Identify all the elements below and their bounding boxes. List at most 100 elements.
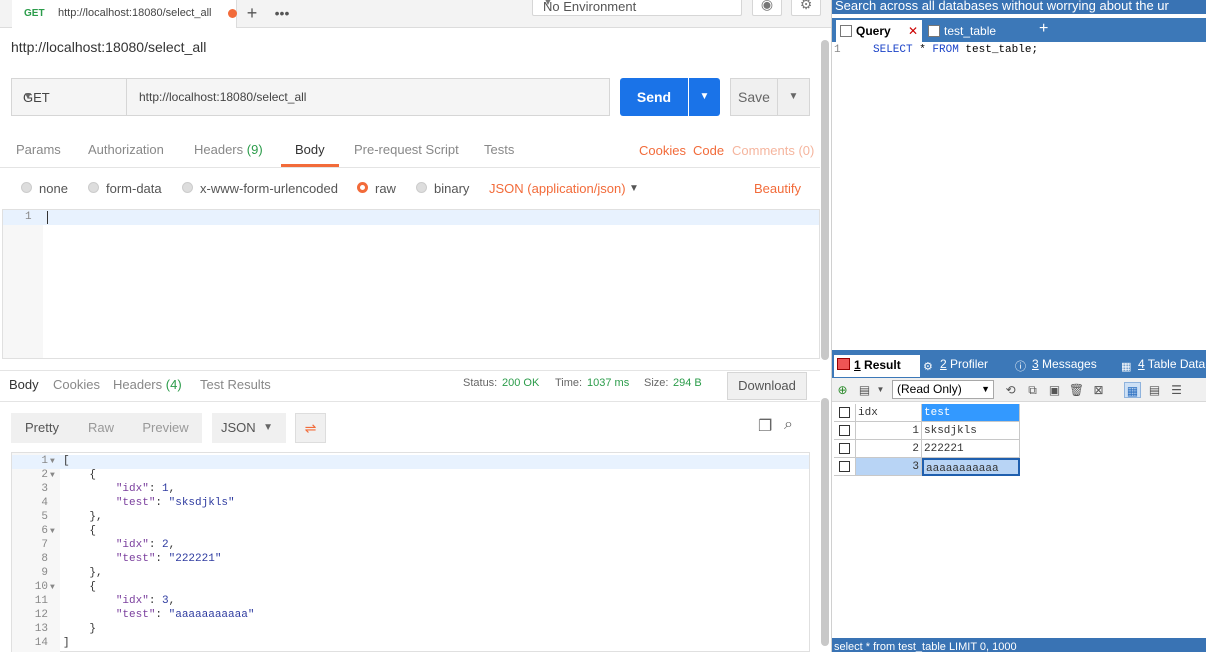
send-button[interactable]: Send	[620, 78, 688, 116]
request-tab[interactable]: GET http://localhost:18080/select_all	[12, 0, 237, 28]
line-number: 9	[41, 567, 48, 579]
row-checkbox-cell	[834, 422, 856, 440]
cell-test[interactable]: 222221	[922, 440, 1020, 458]
tab-prerequest-script[interactable]: Pre-request Script	[354, 142, 459, 157]
request-scrollbar[interactable]	[821, 40, 829, 360]
response-body-viewer[interactable]: 1 ▼[2 ▼ {3 "idx": 1, 4 "test": "sksdjkls" 5 …	[11, 452, 810, 652]
delete-icon[interactable]: 🗑	[1068, 382, 1085, 398]
radio-form-data[interactable]	[88, 182, 99, 193]
tab-table-data[interactable]: ▦ 4 Table Data	[1118, 356, 1205, 378]
environment-select[interactable]: No Environment ▼	[532, 0, 742, 16]
radio-raw[interactable]	[357, 182, 368, 193]
response-format-select[interactable]: JSON ▼	[212, 413, 286, 443]
chevron-down-icon[interactable]: ▼	[872, 382, 889, 398]
fold-toggle-icon[interactable]: ▼	[50, 457, 55, 466]
column-header-test[interactable]: test	[922, 404, 1020, 422]
radio-urlencoded[interactable]	[182, 182, 193, 193]
resp-tab-cookies[interactable]: Cookies	[53, 377, 100, 392]
comments-link[interactable]: Comments (0)	[732, 143, 814, 158]
copy-row-icon[interactable]: ⧉	[1024, 382, 1041, 398]
send-options-chevron-icon[interactable]: ▼	[689, 78, 720, 116]
add-row-icon[interactable]: ⊕	[834, 382, 851, 398]
tab-params[interactable]: Params	[16, 142, 61, 157]
save-button[interactable]: Save	[730, 78, 778, 116]
chevron-down-icon[interactable]: ▼	[629, 183, 639, 194]
status-bar: select * from test_table LIMIT 0, 1000	[832, 638, 1206, 652]
response-scrollbar[interactable]	[821, 398, 829, 646]
form-view-icon[interactable]: ▤	[1146, 382, 1163, 398]
cell-idx[interactable]: 1	[856, 422, 922, 440]
export-icon[interactable]: ▤	[856, 382, 873, 398]
table-row[interactable]: 3 aaaaaaaaaaa	[834, 458, 1020, 476]
url-input[interactable]	[126, 78, 610, 116]
download-button[interactable]: Download	[727, 372, 807, 400]
cookies-link[interactable]: Cookies	[639, 143, 686, 158]
edit-mode-select[interactable]: (Read Only) ▼	[892, 380, 994, 399]
table-tab[interactable]: test_table	[924, 20, 1032, 42]
method-select[interactable]: GET ▼	[11, 78, 126, 116]
table-row[interactable]: 2 222221	[834, 440, 1020, 458]
search-icon[interactable]: ⌕	[784, 416, 793, 434]
beautify-link[interactable]: Beautify	[754, 181, 801, 196]
code-link[interactable]: Code	[693, 143, 724, 158]
radio-binary[interactable]	[416, 182, 427, 193]
request-body-editor[interactable]: 1	[2, 209, 820, 359]
wrap-lines-icon[interactable]: ⇌	[295, 413, 326, 443]
resp-tab-body[interactable]: Body	[9, 377, 39, 392]
text-view-icon[interactable]: ☰	[1168, 382, 1185, 398]
copy-icon[interactable]: ❐	[758, 416, 772, 436]
cell-idx[interactable]: 2	[856, 440, 922, 458]
time-label: Time:	[555, 377, 583, 389]
add-tab-icon[interactable]: +	[1039, 20, 1048, 38]
code-line: 5 },	[12, 511, 809, 525]
info-icon: ⓘ	[1015, 361, 1026, 373]
cancel-changes-icon[interactable]: ⊠	[1090, 382, 1107, 398]
radio-none[interactable]	[21, 182, 32, 193]
tab-messages[interactable]: ⓘ 3 Messages	[1012, 356, 1097, 378]
query-tab[interactable]: Query ✕	[836, 20, 922, 42]
request-title: http://localhost:18080/select_all	[11, 39, 207, 55]
request-tabs: Params Authorization Headers (9) Body Pr…	[0, 138, 820, 168]
row-checkbox[interactable]	[839, 425, 850, 436]
tab-authorization[interactable]: Authorization	[88, 142, 164, 157]
tab-tests[interactable]: Tests	[484, 142, 514, 157]
size-value: 294 B	[673, 377, 702, 389]
fold-toggle-icon[interactable]: ▼	[50, 583, 55, 592]
save-icon[interactable]: ▣	[1046, 382, 1063, 398]
save-options-chevron-icon[interactable]: ▼	[778, 78, 810, 116]
eye-icon[interactable]: ◉	[752, 0, 782, 16]
view-pretty[interactable]: Pretty	[11, 413, 73, 443]
view-raw[interactable]: Raw	[73, 413, 129, 443]
option-form-data-label: form-data	[106, 181, 162, 196]
resp-tab-headers[interactable]: Headers (4)	[113, 377, 182, 392]
column-header-idx[interactable]: idx	[856, 404, 922, 422]
cell-test[interactable]: aaaaaaaaaaa	[922, 458, 1020, 476]
row-checkbox[interactable]	[839, 443, 850, 454]
resp-tab-test-results[interactable]: Test Results	[200, 377, 271, 392]
database-search-bar[interactable]: Search across all databases without worr…	[832, 0, 1206, 14]
more-tabs-icon[interactable]: •••	[268, 0, 296, 28]
tab-result[interactable]: 1 Result	[834, 355, 920, 377]
refresh-grid-icon[interactable]: ⟲	[1002, 382, 1019, 398]
fold-toggle-icon[interactable]: ▼	[50, 527, 55, 536]
select-all-checkbox[interactable]	[839, 407, 850, 418]
cell-test[interactable]: sksdjkls	[922, 422, 1020, 440]
row-checkbox[interactable]	[839, 461, 850, 472]
tab-headers[interactable]: Headers (9)	[194, 142, 263, 157]
tab-body[interactable]: Body	[295, 142, 325, 157]
close-icon[interactable]: ✕	[908, 20, 918, 42]
sql-keyword: SELECT	[873, 44, 913, 56]
gear-icon[interactable]: ⚙	[791, 0, 821, 16]
view-preview[interactable]: Preview	[129, 413, 202, 443]
table-row[interactable]: 1 sksdjkls	[834, 422, 1020, 440]
new-tab-button[interactable]: +	[238, 0, 266, 28]
tab-result-label: Result	[860, 358, 901, 372]
cell-idx[interactable]: 3	[856, 458, 922, 476]
result-toolbar: ⊕ ▤ ▼ (Read Only) ▼ ⟲ ⧉ ▣ 🗑 ⊠ ▦ ▤ ☰	[832, 378, 1206, 402]
sql-query-editor[interactable]: 1 SELECT * FROM test_table;	[832, 42, 1206, 350]
content-type-select[interactable]: JSON (application/json)	[489, 181, 626, 196]
status-value: 200 OK	[502, 377, 540, 389]
fold-toggle-icon[interactable]: ▼	[50, 471, 55, 480]
grid-view-icon[interactable]: ▦	[1124, 382, 1141, 398]
tab-profiler[interactable]: ⚙ 2 Profiler	[920, 356, 988, 378]
